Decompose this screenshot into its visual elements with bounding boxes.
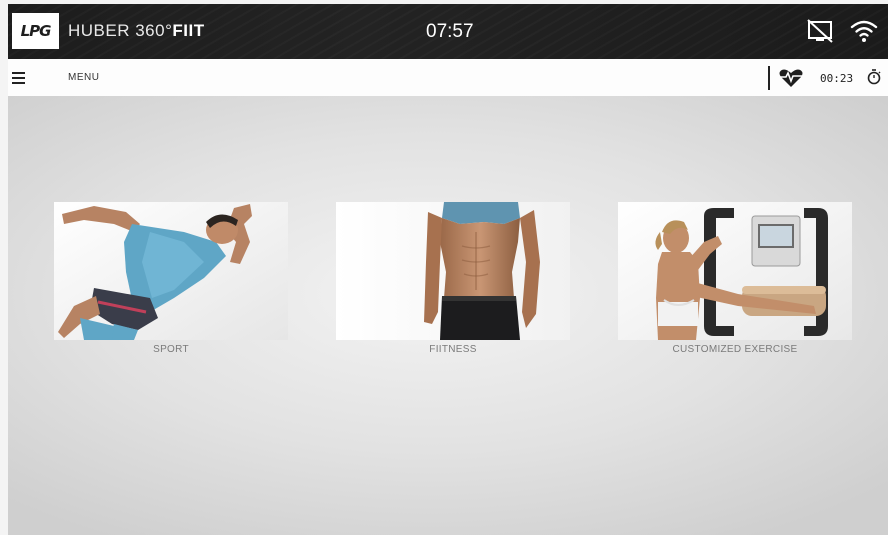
sprinter-athlete-image [54,202,288,340]
menu-label: MENU [68,72,100,83]
brand-suffix: FIIT [172,21,205,40]
fitness-tile[interactable] [336,202,570,340]
program-menu-area: SPORT FIITNESS CUSTOMIZED EXERCISE [8,96,888,535]
menubar-divider [768,66,770,90]
brand-prefix: HUBER 360° [68,21,173,40]
lpg-logo: LPG [12,13,59,49]
heart-rate-icon[interactable] [778,68,804,88]
menu-bar: MENU 00:23 [8,59,888,97]
hamburger-menu-icon[interactable] [12,72,25,84]
top-status-bar: LPG HUBER 360°FIIT 07:57 [8,4,888,59]
woman-using-huber-machine-image [618,202,852,340]
sport-tile[interactable] [54,202,288,340]
device-brand: HUBER 360°FIIT [68,21,205,41]
screen-off-icon[interactable] [806,18,834,44]
clock-time: 07:57 [426,21,474,42]
lpg-logo-text: LPG [20,22,52,40]
session-timer: 00:23 [820,72,854,85]
fitness-tile-label[interactable]: FIITNESS [336,344,570,355]
customized-exercise-tile[interactable] [618,202,852,340]
stopwatch-icon[interactable] [867,69,881,85]
app-frame: LPG HUBER 360°FIIT 07:57 MENU 00:23 SPOR… [8,4,888,535]
wifi-icon[interactable] [849,18,879,44]
customized-exercise-tile-label[interactable]: CUSTOMIZED EXERCISE [618,344,852,355]
fitness-torso-image [336,202,570,340]
sport-tile-label[interactable]: SPORT [54,344,288,355]
